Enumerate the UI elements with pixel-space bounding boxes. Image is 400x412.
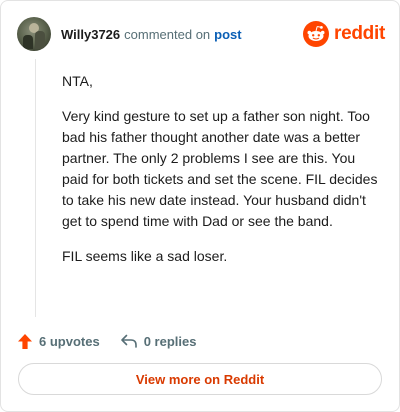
upvote-count: 6 upvotes (39, 333, 100, 349)
reddit-snoo-icon (303, 21, 330, 47)
comment-meta: Willy3726 commented on post (61, 27, 242, 42)
comment-paragraph: NTA, (62, 73, 93, 89)
avatar-figure-right (35, 31, 45, 49)
reply-count: 0 replies (143, 333, 197, 349)
post-link[interactable]: post (214, 27, 241, 42)
comment-header: Willy3726 commented on post reddit (17, 17, 385, 51)
comment-body: NTA, Very kind gesture to set up a fathe… (62, 71, 380, 281)
arrow-up-icon (18, 333, 32, 349)
avatar-figure-left (23, 35, 33, 49)
username-link[interactable]: Willy3726 (61, 27, 120, 42)
thread-line (35, 59, 36, 317)
comment-paragraph: FIL seems like a sad loser. (62, 248, 228, 264)
upvote-button[interactable]: 6 upvotes (17, 333, 100, 350)
embedded-comment-card: Willy3726 commented on post reddit NTA, … (0, 0, 400, 412)
reddit-logo[interactable]: reddit (303, 21, 385, 47)
comment-paragraph: Very kind gesture to set up a father son… (62, 108, 378, 229)
comment-actions: 6 upvotes 0 replies (17, 331, 196, 351)
view-more-on-reddit-button[interactable]: View more on Reddit (18, 363, 382, 395)
reddit-wordmark: reddit (334, 23, 385, 44)
reply-arrow-icon (120, 334, 137, 348)
replies-button[interactable]: 0 replies (120, 333, 197, 349)
user-avatar[interactable] (17, 17, 51, 51)
commented-on-text: commented on (124, 26, 211, 42)
